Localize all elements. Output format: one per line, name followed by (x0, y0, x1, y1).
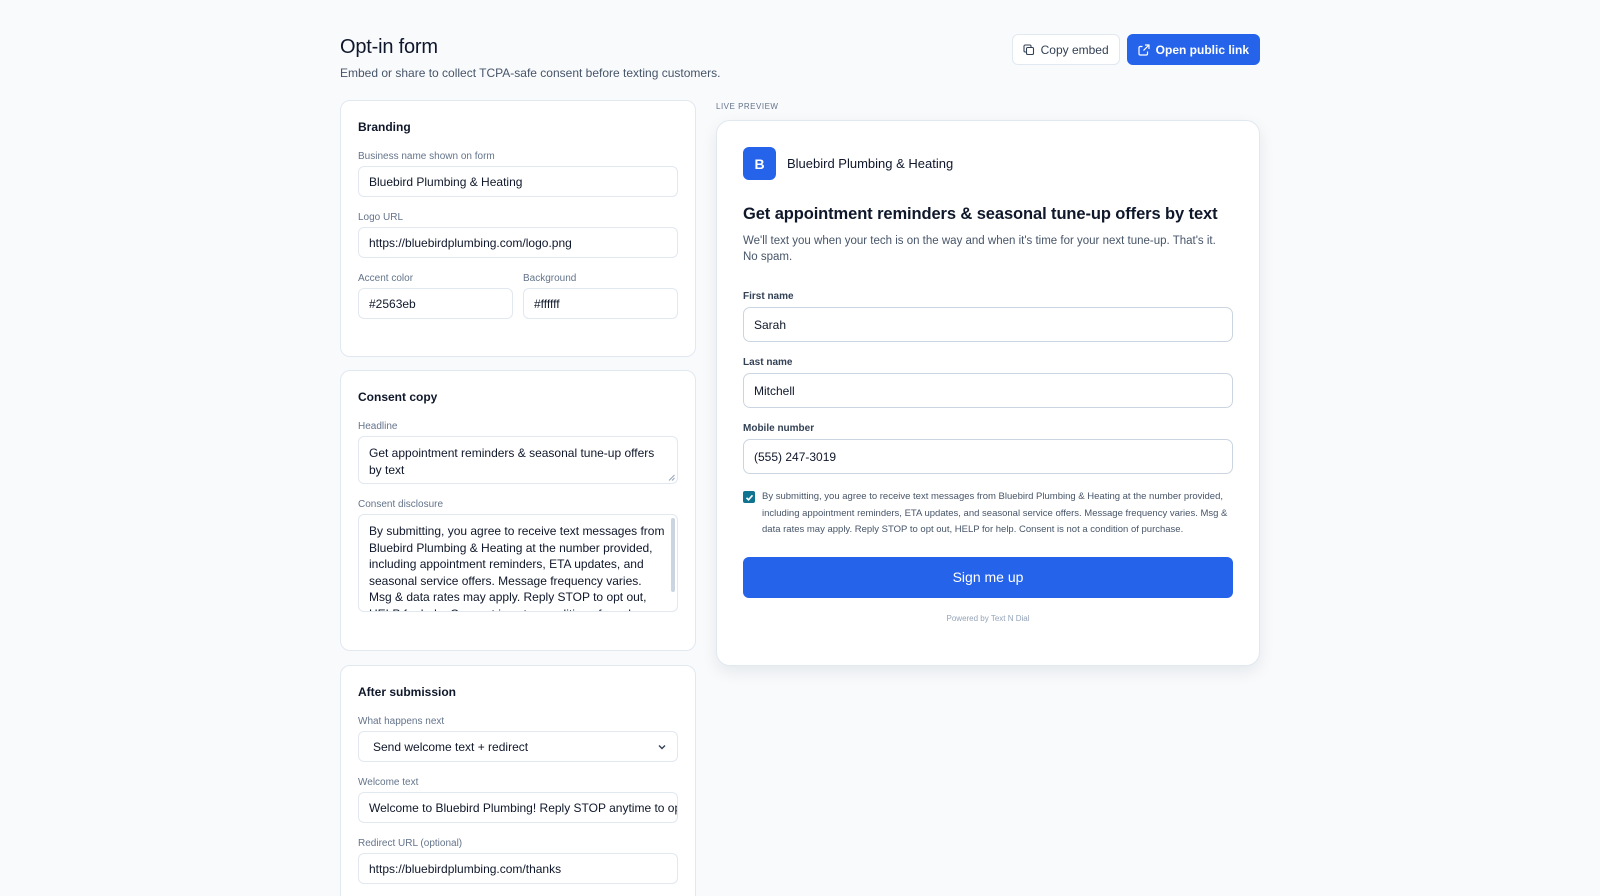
business-name-field: Business name shown on form Bluebird Plu… (358, 151, 678, 197)
after-submission-title: After submission (358, 685, 457, 699)
business-name-label: Business name shown on form (358, 151, 495, 162)
preview-logo: B (743, 147, 776, 180)
preview-last-name-label: Last name (743, 357, 793, 368)
logo-url-input[interactable]: https://bluebirdplumbing.com/logo.png (358, 227, 678, 258)
preview-subtext: We'll text you when your tech is on the … (743, 235, 1216, 263)
preview-consent-text: By submitting, you agree to receive text… (762, 491, 1228, 535)
preview-mobile-input[interactable]: (555) 247-3019 (743, 439, 1233, 474)
preview-last-name-field: Last name Mitchell (743, 357, 1233, 408)
live-preview-card: B Bluebird Plumbing & Heating Get appoin… (716, 120, 1260, 666)
preview-business-name: Bluebird Plumbing & Heating (787, 156, 954, 171)
disclosure-scrollbar[interactable] (671, 518, 675, 592)
preview-last-name-input[interactable]: Mitchell (743, 373, 1233, 408)
disclosure-textarea[interactable]: By submitting, you agree to receive text… (358, 514, 678, 612)
opt-in-form-page: Opt-in form Embed or share to collect TC… (340, 0, 1260, 896)
headline-label: Headline (358, 421, 398, 432)
redirect-url-label: Redirect URL (optional) (358, 838, 463, 849)
open-public-link-button[interactable]: Open public link (1126, 34, 1260, 65)
branding-card: Branding Business name shown on form Blu… (340, 100, 696, 357)
redirect-url-input[interactable]: https://bluebirdplumbing.com/thanks (358, 853, 678, 884)
preview-first-name-input[interactable]: Sarah (743, 307, 1233, 342)
powered-by-text: Powered by Text N Dial (946, 613, 1030, 623)
checkmark-icon (745, 494, 753, 501)
background-color-label: Background (523, 273, 577, 284)
preview-mobile-label: Mobile number (743, 423, 815, 434)
preview-headline: Get appointment reminders & seasonal tun… (743, 205, 1218, 223)
redirect-url-field: Redirect URL (optional) https://bluebird… (358, 838, 678, 884)
next-action-value: Send welcome text + redirect (373, 739, 529, 754)
chevron-down-icon (658, 744, 666, 749)
consent-copy-card: Consent copy Headline Get appointment re… (340, 370, 696, 651)
preview-first-name-label: First name (743, 291, 794, 302)
page-title: Opt-in form (340, 36, 438, 58)
next-action-select[interactable]: Send welcome text + redirect (358, 731, 678, 762)
business-name-input[interactable]: Bluebird Plumbing & Heating (358, 166, 678, 197)
resize-grip-icon[interactable] (668, 474, 675, 481)
branding-title: Branding (358, 120, 411, 134)
disclosure-field: Consent disclosure By submitting, you ag… (358, 499, 678, 612)
copy-embed-button[interactable]: Copy embed (1011, 34, 1120, 65)
preview-brand-row: B Bluebird Plumbing & Heating (743, 147, 1233, 180)
headline-field: Headline Get appointment reminders & sea… (358, 421, 678, 484)
copy-icon (1023, 43, 1034, 55)
consent-copy-title: Consent copy (358, 390, 438, 404)
accent-color-input[interactable]: #2563eb (358, 288, 513, 319)
disclosure-text: By submitting, you agree to receive text… (369, 524, 665, 611)
welcome-text-label: Welcome text (358, 777, 419, 788)
background-color-field: Background #ffffff (523, 273, 678, 319)
accent-color-label: Accent color (358, 273, 414, 284)
open-public-link-label: Open public link (1155, 42, 1249, 57)
logo-url-label: Logo URL (358, 212, 404, 223)
page-subtitle: Embed or share to collect TCPA-safe cons… (340, 66, 721, 80)
copy-embed-label: Copy embed (1040, 42, 1109, 57)
background-color-input[interactable]: #ffffff (523, 288, 678, 319)
consent-checkbox[interactable] (743, 491, 755, 503)
color-fields-row: Accent color #2563eb Background #ffffff (358, 273, 678, 334)
headline-text: Get appointment reminders & seasonal tun… (369, 446, 655, 477)
after-submission-card: After submission What happens next Send … (340, 665, 696, 896)
logo-url-field: Logo URL https://bluebirdplumbing.com/lo… (358, 212, 678, 258)
sign-me-up-button[interactable]: Sign me up (743, 556, 1233, 598)
welcome-text-input[interactable]: Welcome to Bluebird Plumbing! Reply STOP… (358, 792, 678, 823)
preview-consent-row: By submitting, you agree to receive text… (743, 489, 1233, 539)
disclosure-label: Consent disclosure (358, 499, 444, 510)
preview-mobile-field: Mobile number (555) 247-3019 (743, 423, 1233, 474)
header-actions: Copy embed Open public link (1011, 34, 1260, 65)
accent-color-field: Accent color #2563eb (358, 273, 513, 319)
external-link-icon (1138, 43, 1150, 56)
next-action-field: What happens next Send welcome text + re… (358, 716, 678, 762)
welcome-text-field: Welcome text Welcome to Bluebird Plumbin… (358, 777, 678, 823)
live-preview-caption: LIVE PREVIEW (716, 102, 779, 111)
preview-first-name-field: First name Sarah (743, 291, 1233, 342)
next-action-label: What happens next (358, 716, 445, 727)
headline-textarea[interactable]: Get appointment reminders & seasonal tun… (358, 436, 678, 484)
